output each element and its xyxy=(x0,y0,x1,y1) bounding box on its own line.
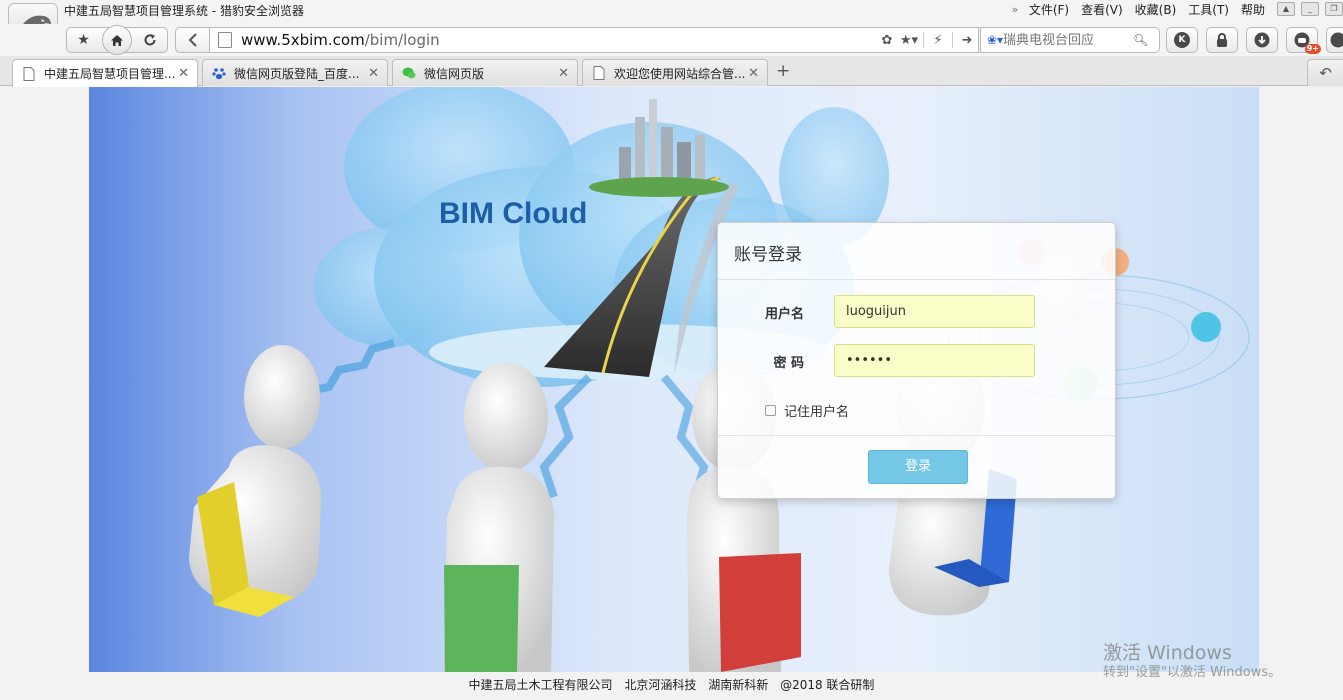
download-button[interactable] xyxy=(1246,27,1278,53)
menu-bar: » 文件(F) 查看(V) 收藏(B) 工具(T) 帮助 ▲ _ ❐ xyxy=(1007,0,1343,18)
search-input[interactable] xyxy=(1003,32,1133,48)
tab-close-icon[interactable]: ✕ xyxy=(178,66,189,81)
favorite-star-icon[interactable]: ★ xyxy=(67,28,100,52)
tab-strip: 中建五局智慧项目管理... ✕ 微信网页版登陆_百度... ✕ 微信网页版 ✕ … xyxy=(0,56,1343,87)
back-chevron-icon[interactable] xyxy=(175,27,209,53)
login-title: 账号登录 xyxy=(734,245,802,265)
page-icon xyxy=(593,66,605,80)
tab-label: 欢迎您使用网站综合管... xyxy=(614,66,746,81)
refresh-icon[interactable] xyxy=(133,28,166,52)
extra-button[interactable] xyxy=(1326,27,1343,53)
menu-help[interactable]: 帮助 xyxy=(1235,1,1271,18)
tab-close-icon[interactable]: ✕ xyxy=(558,66,569,81)
remember-checkbox[interactable] xyxy=(765,405,776,416)
security-shield-icon[interactable]: ✿ xyxy=(876,33,898,48)
search-icon[interactable]: 🔍︎ xyxy=(1133,33,1151,47)
menu-collapse-icon[interactable]: » xyxy=(1007,3,1023,16)
username-input[interactable] xyxy=(834,295,1035,328)
page-footer: 中建五局土木工程有限公司 北京河涵科技 湖南新科新 @2018 联合研制 xyxy=(0,676,1343,693)
browser-title-bar: 中建五局智慧项目管理系统 - 猎豹安全浏览器 » 文件(F) 查看(V) 收藏(… xyxy=(0,0,1343,51)
password-label: 密 码 xyxy=(773,356,804,371)
window-title: 中建五局智慧项目管理系统 - 猎豹安全浏览器 xyxy=(64,4,304,18)
tab-label: 微信网页版登陆_百度... xyxy=(234,66,360,81)
password-input[interactable] xyxy=(834,344,1035,377)
shirt-skin-icon[interactable]: ▲ xyxy=(1277,2,1295,16)
menu-favorites[interactable]: 收藏(B) xyxy=(1129,1,1183,18)
footer-partner-2: 湖南新科新 xyxy=(708,678,769,692)
login-panel: 账号登录 用户名 密 码 记住用户名 登录 xyxy=(717,222,1116,499)
menu-file[interactable]: 文件(F) xyxy=(1023,1,1075,18)
menu-tools[interactable]: 工具(T) xyxy=(1182,1,1235,18)
k-plugin-button[interactable]: K xyxy=(1166,27,1198,53)
browser-toolbar: ★ www.5xbim.com/bim/login ✿ ★▾ ⚡ ➜ ❀▾ 🔍︎… xyxy=(0,24,1343,56)
tab-bim-login[interactable]: 中建五局智慧项目管理... ✕ xyxy=(12,59,198,87)
download-icon xyxy=(1254,32,1270,48)
tab-wechat-baidu[interactable]: 微信网页版登陆_百度... ✕ xyxy=(202,59,388,86)
login-button[interactable]: 登录 xyxy=(868,450,968,484)
bim-cloud-text: BIM Cloud xyxy=(439,197,587,230)
search-box: ❀▾ 🔍︎ xyxy=(980,27,1160,53)
footer-company: 中建五局土木工程有限公司 xyxy=(468,678,613,692)
footer-copyright: @2018 联合研制 xyxy=(780,678,875,692)
menu-view[interactable]: 查看(V) xyxy=(1075,1,1129,18)
tab-site-admin[interactable]: 欢迎您使用网站综合管... ✕ xyxy=(582,59,768,86)
tab-close-icon[interactable]: ✕ xyxy=(748,66,759,81)
restore-icon[interactable]: ❐ xyxy=(1325,2,1343,16)
go-arrow-icon[interactable]: ➜ xyxy=(956,33,978,48)
page-viewport: BIM Cloud 账号登录 用户名 luoguijun 密 码 •••••• … xyxy=(0,87,1343,700)
new-tab-plus-icon[interactable]: + xyxy=(776,61,790,81)
undo-close-tab-icon[interactable]: ↶ xyxy=(1307,59,1343,86)
wechat-icon xyxy=(402,67,416,79)
remember-username[interactable]: 记住用户名 xyxy=(765,401,849,420)
url-text[interactable]: www.5xbim.com/bim/login xyxy=(241,31,440,49)
remember-label: 记住用户名 xyxy=(784,405,850,420)
tab-label: 微信网页版 xyxy=(424,66,485,81)
home-button-wrap xyxy=(100,25,133,55)
page-icon xyxy=(23,66,35,81)
notification-badge: 9+ xyxy=(1304,44,1321,54)
tab-wechat-web[interactable]: 微信网页版 ✕ xyxy=(392,59,578,86)
username-label: 用户名 xyxy=(764,307,804,322)
url-host: www.5xbim.com xyxy=(241,31,365,49)
more-icon xyxy=(1330,32,1343,48)
footer-partner-1: 北京河涵科技 xyxy=(624,678,697,692)
k-icon: K xyxy=(1174,32,1190,48)
baidu-paw-icon[interactable]: ❀▾ xyxy=(987,33,1003,47)
game-button[interactable]: 9+ xyxy=(1286,27,1321,54)
address-bar[interactable]: www.5xbim.com/bim/login ✿ ★▾ ⚡ ➜ xyxy=(209,27,979,53)
separator xyxy=(923,32,924,48)
lock-button[interactable] xyxy=(1206,27,1238,53)
tab-close-icon[interactable]: ✕ xyxy=(368,66,379,81)
url-path: /bim/login xyxy=(364,31,440,49)
tab-label: 中建五局智慧项目管理... xyxy=(44,67,176,81)
separator xyxy=(952,32,953,48)
lock-icon xyxy=(1217,33,1227,47)
divider xyxy=(718,279,1115,280)
bookmark-star-icon[interactable]: ★▾ xyxy=(898,33,920,48)
minimize-icon[interactable]: _ xyxy=(1301,2,1319,16)
divider xyxy=(718,435,1115,436)
nav-button-group: ★ xyxy=(66,25,168,55)
home-icon[interactable] xyxy=(101,25,132,55)
page-icon xyxy=(218,32,232,48)
baidu-paw-icon xyxy=(212,68,226,80)
address-bar-tools: ✿ ★▾ ⚡ ➜ xyxy=(876,28,978,52)
lightning-icon[interactable]: ⚡ xyxy=(927,33,949,48)
